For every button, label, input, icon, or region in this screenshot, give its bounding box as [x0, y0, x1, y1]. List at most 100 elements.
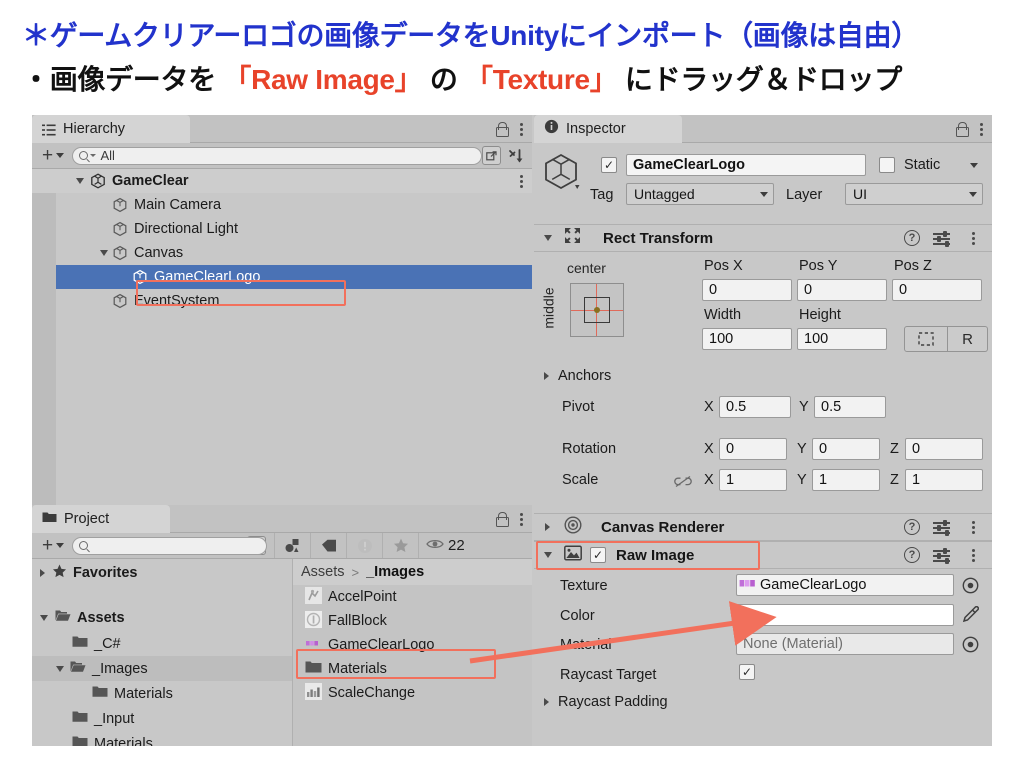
- rotation-z-field[interactable]: 0: [905, 438, 983, 460]
- hierarchy-row-eventsystem[interactable]: EventSystem: [32, 289, 532, 313]
- lock-icon[interactable]: [955, 122, 969, 137]
- material-object-field[interactable]: None (Material): [736, 633, 954, 655]
- favorite-star-icon[interactable]: [382, 533, 418, 558]
- visibility-eye-button[interactable]: 22: [418, 533, 532, 558]
- preset-icon[interactable]: [933, 230, 950, 247]
- component-header-rect-transform[interactable]: Rect Transform ?: [534, 224, 992, 252]
- hierarchy-sort-button[interactable]: [505, 146, 527, 166]
- raycast-padding-foldout[interactable]: Raycast Padding: [544, 694, 668, 710]
- raycast-target-checkbox[interactable]: [739, 664, 755, 680]
- static-dropdown-icon[interactable]: [970, 163, 978, 168]
- hierarchy-toolbar: + All: [32, 143, 532, 169]
- breadcrumb-current[interactable]: _Images: [366, 564, 424, 580]
- blueprint-mode-button[interactable]: [904, 326, 948, 352]
- kebab-menu-icon[interactable]: [980, 121, 984, 137]
- eyedropper-icon[interactable]: [962, 605, 980, 628]
- warning-icon[interactable]: [346, 533, 382, 558]
- project-tree-item-favorites[interactable]: Favorites: [32, 559, 292, 586]
- lock-icon[interactable]: [495, 122, 509, 137]
- help-icon[interactable]: ?: [904, 519, 920, 535]
- chevron-down-icon[interactable]: [76, 178, 84, 184]
- chevron-down-icon[interactable]: [100, 250, 108, 256]
- asset-item-accelpoint[interactable]: AccelPoint: [293, 585, 532, 609]
- asset-item-scalechange[interactable]: ScaleChange: [293, 681, 532, 705]
- chevron-right-icon[interactable]: [40, 568, 45, 577]
- chevron-down-icon[interactable]: [544, 552, 552, 558]
- pos-x-field[interactable]: 0: [702, 279, 792, 301]
- project-tree-item-assets[interactable]: Assets: [32, 604, 292, 631]
- hierarchy-row-main-camera[interactable]: Main Camera: [32, 193, 532, 217]
- asset-filter-icon[interactable]: [274, 533, 310, 558]
- pivot-y-field[interactable]: 0.5: [814, 396, 886, 418]
- anchor-preset-button[interactable]: [570, 283, 624, 337]
- scale-z-field[interactable]: 1: [905, 469, 983, 491]
- help-icon[interactable]: ?: [904, 230, 920, 246]
- anchors-foldout[interactable]: Anchors: [544, 368, 611, 384]
- object-name-field[interactable]: GameClearLogo: [626, 154, 866, 176]
- object-picker-icon[interactable]: [962, 636, 979, 658]
- project-add-button[interactable]: +: [36, 535, 70, 557]
- rotation-y-field[interactable]: 0: [812, 438, 880, 460]
- kebab-menu-icon[interactable]: [520, 121, 524, 137]
- texture-object-field[interactable]: GameClearLogo: [736, 574, 954, 596]
- pos-z-field[interactable]: 0: [892, 279, 982, 301]
- component-header-canvas-renderer[interactable]: Canvas Renderer ?: [534, 513, 992, 541]
- rotation-label: Rotation: [562, 441, 617, 457]
- asset-item-materials[interactable]: Materials: [293, 657, 532, 681]
- label-tag-icon[interactable]: [310, 533, 346, 558]
- chevron-down-icon[interactable]: [56, 665, 64, 672]
- scale-x-field[interactable]: 1: [719, 469, 787, 491]
- component-header-raw-image[interactable]: Raw Image ?: [534, 541, 992, 569]
- project-tree-item-materials-nested[interactable]: Materials: [32, 681, 292, 706]
- kebab-menu-icon[interactable]: [972, 230, 976, 246]
- asset-item-fallblock[interactable]: FallBlock: [293, 609, 532, 633]
- project-tree-item-input[interactable]: _Input: [32, 706, 292, 731]
- kebab-menu-icon[interactable]: [520, 173, 524, 189]
- height-field[interactable]: 100: [797, 328, 887, 350]
- hierarchy-icon: [42, 123, 56, 136]
- asset-item-label: FallBlock: [328, 613, 387, 629]
- hierarchy-row-directional-light[interactable]: Directional Light: [32, 217, 532, 241]
- hierarchy-add-button[interactable]: +: [36, 145, 70, 167]
- kebab-menu-icon[interactable]: [972, 547, 976, 563]
- project-tree-item-csharp[interactable]: _C#: [32, 631, 292, 656]
- breadcrumb-root[interactable]: Assets: [301, 564, 345, 580]
- rotation-x-field[interactable]: 0: [719, 438, 787, 460]
- project-tree-label: _C#: [94, 635, 121, 652]
- chevron-down-icon[interactable]: [544, 235, 552, 241]
- color-swatch-field[interactable]: [736, 604, 954, 626]
- kebab-menu-icon[interactable]: [520, 511, 524, 527]
- project-search-input[interactable]: [72, 536, 267, 555]
- constrain-proportions-off-icon[interactable]: [674, 475, 692, 493]
- scale-y-field[interactable]: 1: [812, 469, 880, 491]
- static-checkbox[interactable]: [879, 157, 895, 173]
- help-icon[interactable]: ?: [904, 547, 920, 563]
- layer-dropdown[interactable]: UI: [845, 183, 983, 205]
- preset-icon[interactable]: [933, 547, 950, 564]
- tab-hierarchy[interactable]: Hierarchy: [32, 115, 190, 143]
- gameobject-icon: [544, 151, 586, 193]
- object-picker-icon[interactable]: [962, 577, 979, 599]
- object-enabled-checkbox[interactable]: [601, 157, 617, 173]
- tab-project[interactable]: Project: [32, 505, 170, 533]
- kebab-menu-icon[interactable]: [972, 519, 976, 535]
- raw-image-enabled-checkbox[interactable]: [590, 547, 606, 563]
- project-tree-item-materials[interactable]: Materials: [32, 731, 292, 746]
- project-tree-item-images[interactable]: _Images: [32, 656, 292, 681]
- tab-inspector[interactable]: Inspector: [534, 115, 682, 143]
- hierarchy-row-gameclearlogo[interactable]: GameClearLogo: [32, 265, 532, 289]
- preset-icon[interactable]: [933, 519, 950, 536]
- tag-dropdown[interactable]: Untagged: [626, 183, 774, 205]
- width-field[interactable]: 100: [702, 328, 792, 350]
- chevron-right-icon[interactable]: [545, 523, 550, 531]
- chevron-down-icon[interactable]: [40, 614, 48, 621]
- pivot-x-field[interactable]: 0.5: [719, 396, 791, 418]
- hierarchy-row-gameclear[interactable]: GameClear: [32, 169, 532, 193]
- hierarchy-search-input[interactable]: All: [72, 146, 482, 165]
- hierarchy-row-canvas[interactable]: Canvas: [32, 241, 532, 265]
- lock-icon[interactable]: [495, 512, 509, 527]
- pos-y-field[interactable]: 0: [797, 279, 887, 301]
- asset-item-gameclearlogo[interactable]: GameClearLogo: [293, 633, 532, 657]
- hierarchy-search-expand-button[interactable]: [482, 146, 501, 165]
- raw-edit-mode-button[interactable]: R: [948, 326, 988, 352]
